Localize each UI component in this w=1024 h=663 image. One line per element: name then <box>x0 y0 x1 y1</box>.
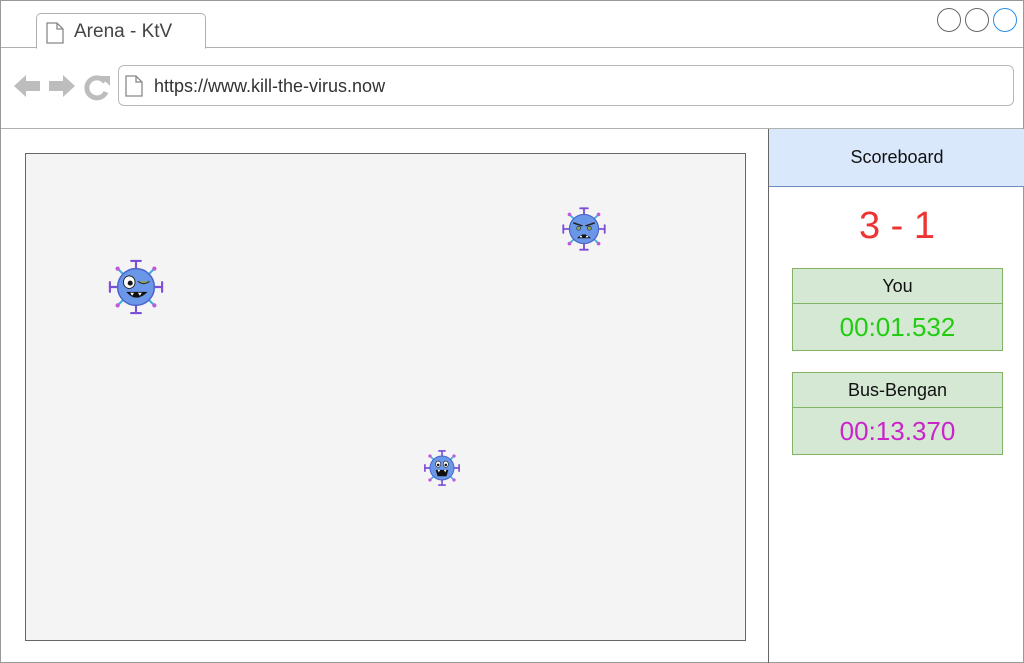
scoreboard-title: Scoreboard <box>769 129 1024 187</box>
virus-winking-icon[interactable] <box>107 258 165 316</box>
virus-frowning-icon[interactable] <box>561 206 607 252</box>
navigation-bar: https://www.kill-the-virus.now <box>1 49 1023 129</box>
virus-screaming-icon[interactable] <box>423 449 461 487</box>
browser-window: Arena - KtV https://www.kill-the-virus.n… <box>0 0 1024 663</box>
player-name: You <box>792 268 1003 304</box>
close-button[interactable] <box>993 8 1017 32</box>
score-display: 3 - 1 <box>858 205 936 247</box>
player-card-you: You 00:01.532 <box>792 268 1003 351</box>
maximize-button[interactable] <box>965 8 989 32</box>
browser-tab[interactable]: Arena - KtV <box>36 13 206 49</box>
address-bar[interactable]: https://www.kill-the-virus.now <box>118 65 1014 106</box>
tab-title: Arena - KtV <box>74 21 173 42</box>
forward-arrow-icon[interactable] <box>48 73 76 99</box>
page-icon <box>125 75 143 97</box>
minimize-button[interactable] <box>937 8 961 32</box>
tab-strip: Arena - KtV <box>1 1 1023 49</box>
window-controls <box>937 8 1017 32</box>
document-icon <box>46 22 64 44</box>
reload-icon[interactable] <box>83 73 111 101</box>
player-time: 00:13.370 <box>792 408 1003 455</box>
player-time: 00:01.532 <box>792 304 1003 351</box>
game-arena[interactable] <box>25 153 746 641</box>
scoreboard-panel: Scoreboard 3 - 1 You 00:01.532 Bus-Benga… <box>768 129 1024 663</box>
player-name: Bus-Bengan <box>792 372 1003 408</box>
back-arrow-icon[interactable] <box>13 73 41 99</box>
url-text: https://www.kill-the-virus.now <box>154 76 386 96</box>
player-card-opponent: Bus-Bengan 00:13.370 <box>792 372 1003 455</box>
